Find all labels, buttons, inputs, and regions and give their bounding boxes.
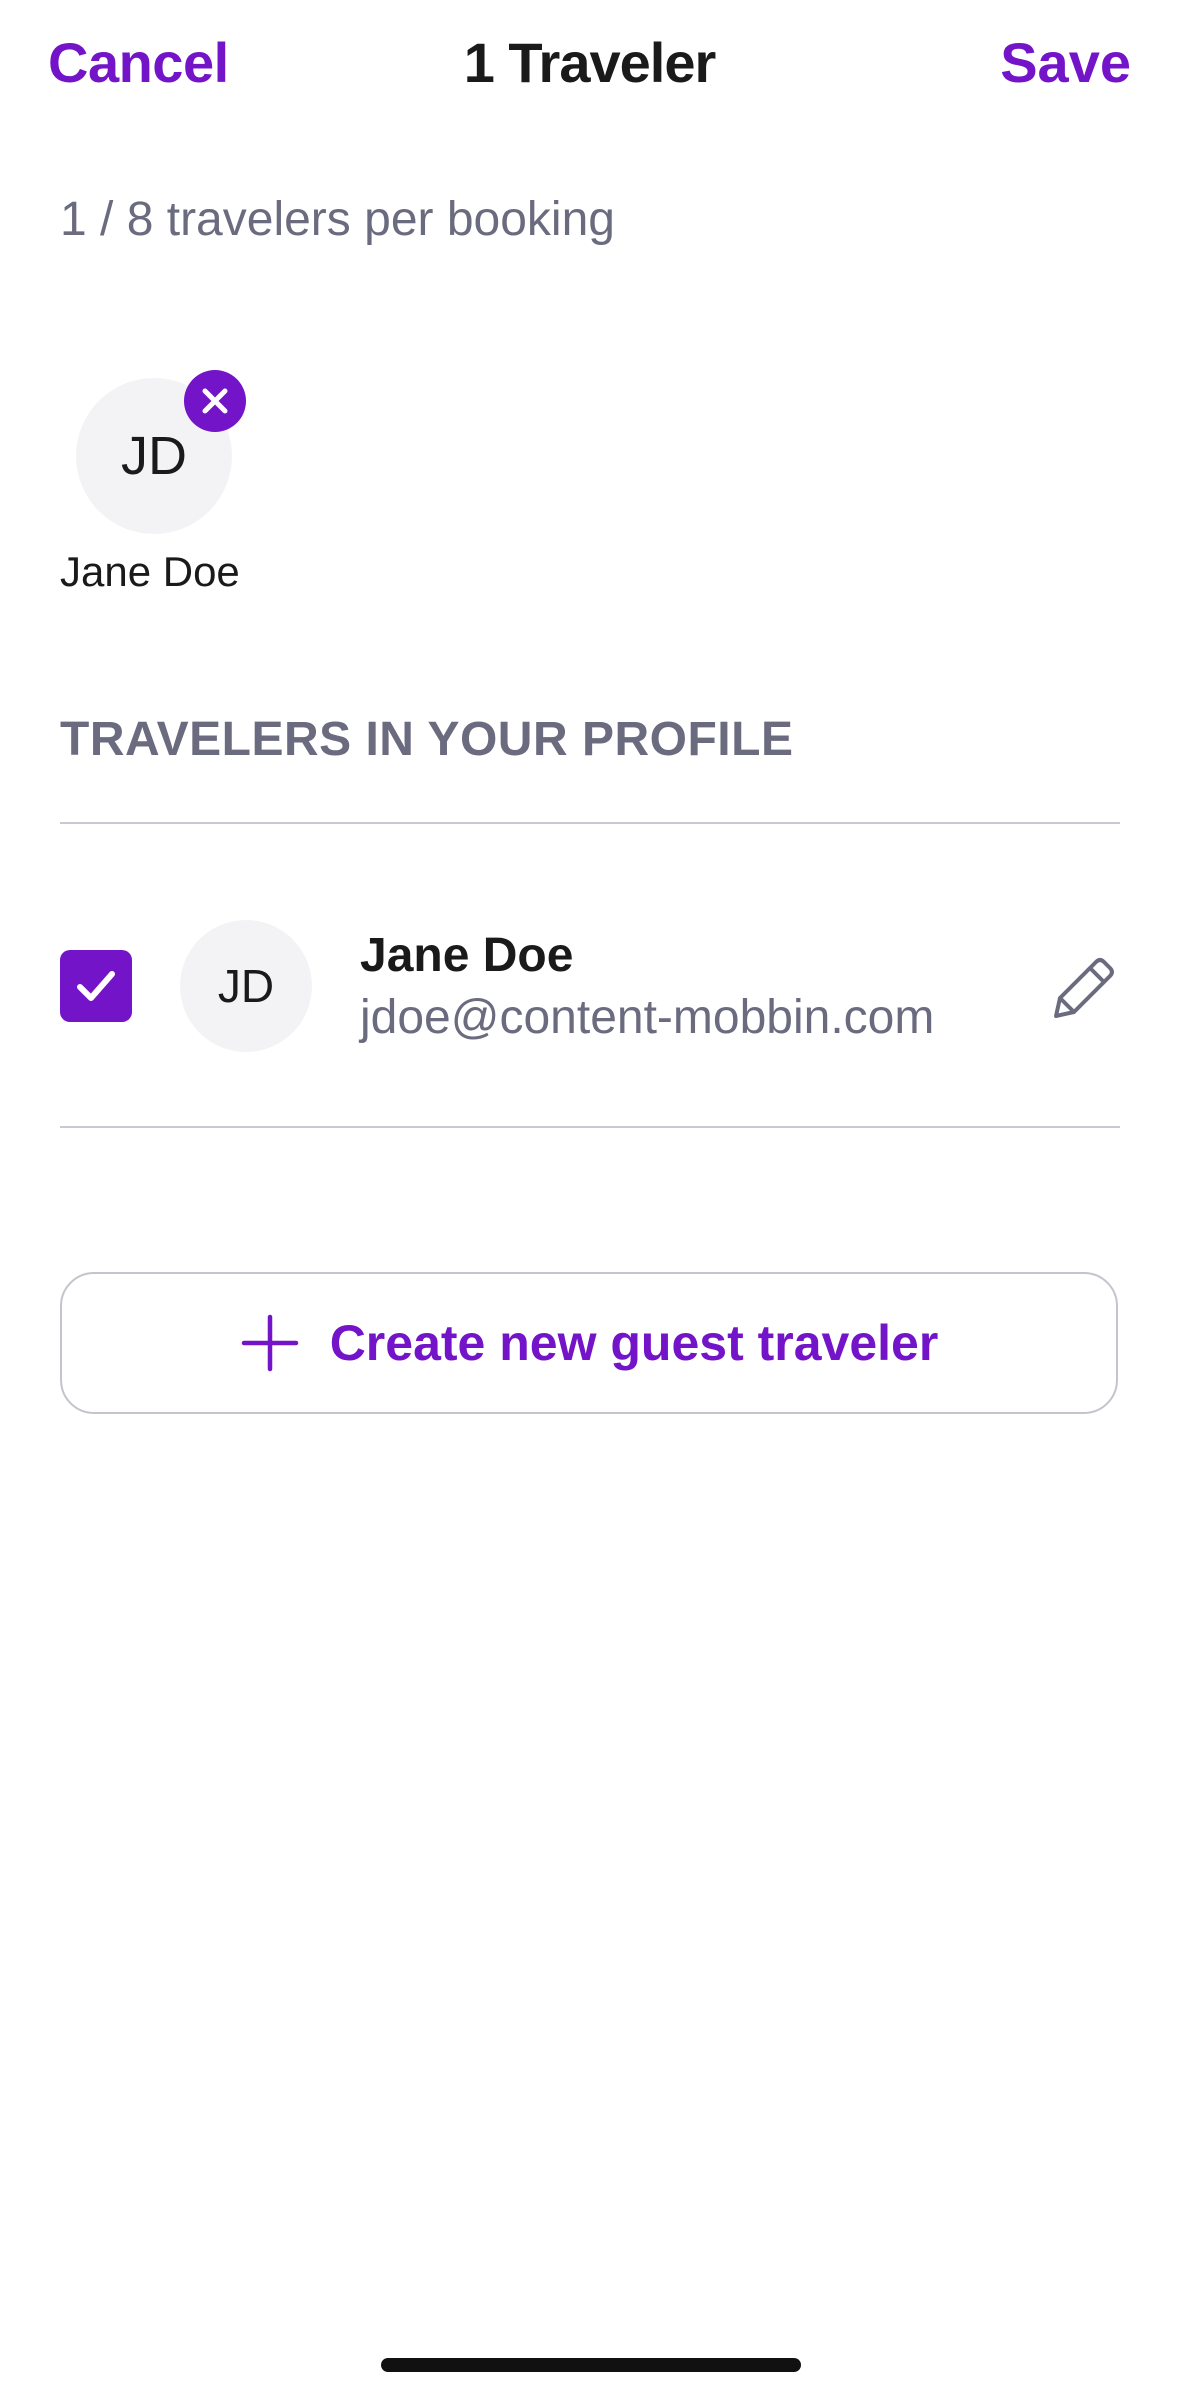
- avatar-initials: JD: [217, 960, 275, 1012]
- traveler-checkbox[interactable]: [60, 950, 132, 1022]
- edit-traveler-button[interactable]: [1046, 950, 1122, 1026]
- plus-icon: [241, 1314, 298, 1372]
- divider: [60, 1126, 1120, 1128]
- home-indicator: [381, 2358, 801, 2372]
- remove-traveler-button[interactable]: [184, 370, 246, 432]
- nav-header: Cancel 1 Traveler Save: [0, 0, 1179, 135]
- avatar: JD: [180, 920, 312, 1052]
- section-heading: TRAVELERS IN YOUR PROFILE: [60, 713, 794, 766]
- close-icon: [202, 388, 228, 414]
- pencil-icon: [1054, 958, 1114, 1018]
- avatar-initials: JD: [121, 426, 187, 486]
- list-item[interactable]: JD Jane Doe jdoe@content-mobbin.com: [0, 824, 1179, 1126]
- traveler-count-text: 1 / 8 travelers per booking: [60, 193, 615, 246]
- traveler-name: Jane Doe: [360, 929, 574, 982]
- traveler-email: jdoe@content-mobbin.com: [360, 991, 935, 1044]
- checkmark-icon: [77, 971, 115, 1001]
- save-button[interactable]: Save: [1000, 30, 1131, 95]
- selected-traveler-name: Jane Doe: [60, 548, 240, 595]
- create-guest-traveler-button[interactable]: Create new guest traveler: [60, 1272, 1118, 1414]
- create-button-label: Create new guest traveler: [329, 1315, 939, 1371]
